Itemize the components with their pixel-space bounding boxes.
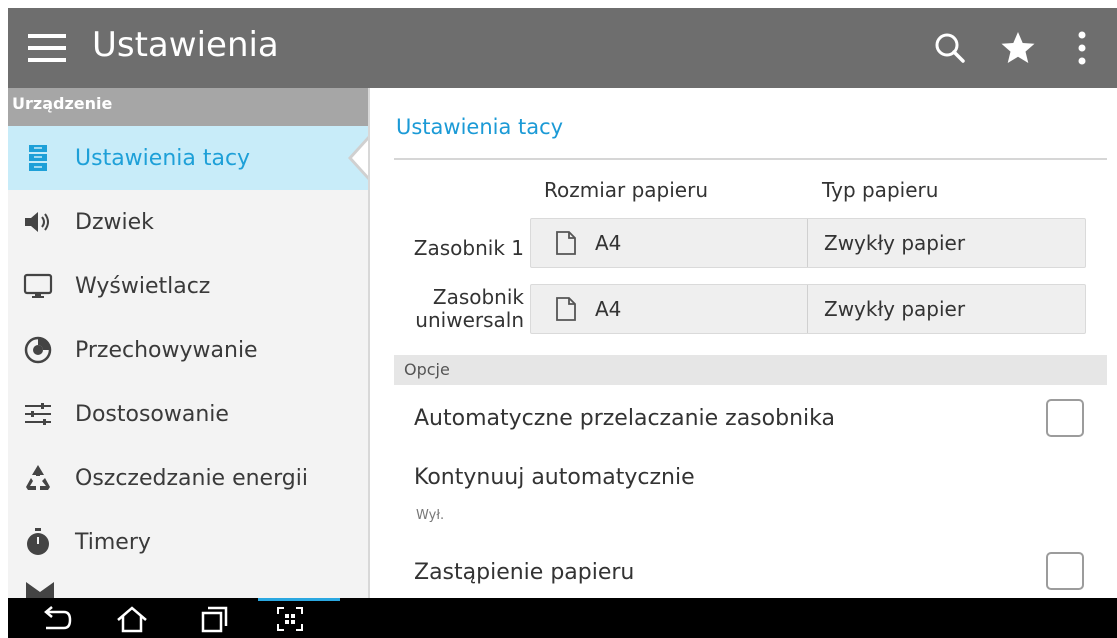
partial-item-icon xyxy=(26,582,54,598)
tray-mp-label-line2: uniwersaln xyxy=(415,308,524,332)
column-header-type: Typ papieru xyxy=(822,178,939,202)
option-auto-tray-switch[interactable]: Automatyczne przelaczanie zasobnika xyxy=(414,406,835,431)
tray-1-size[interactable]: A4 xyxy=(531,219,808,267)
tray-1-type[interactable]: Zwykły papier xyxy=(808,219,1085,267)
timer-icon xyxy=(23,527,53,557)
storage-icon xyxy=(23,335,53,365)
sidebar-item-storage[interactable]: Przechowywanie xyxy=(8,318,368,382)
option-auto-continue-value: Wył. xyxy=(416,508,445,523)
search-icon[interactable] xyxy=(930,28,970,68)
menu-icon[interactable] xyxy=(28,32,68,64)
sidebar-item-timers[interactable]: Timery xyxy=(8,510,368,574)
tray-mp-type[interactable]: Zwykły papier xyxy=(808,285,1085,333)
top-app-bar: Ustawienia xyxy=(8,8,1117,88)
sidebar-item-sound[interactable]: Dzwiek xyxy=(8,190,368,254)
screenshot-icon[interactable] xyxy=(270,602,310,636)
options-section-header: Opcje xyxy=(394,355,1107,385)
sidebar: Urządzenie Ustawienia tacy Dzwiek Wyświe… xyxy=(8,88,370,598)
tray-1-settings[interactable]: A4 Zwykły papier xyxy=(530,218,1086,268)
paper-substitution-checkbox[interactable] xyxy=(1046,552,1084,590)
tray-1-type-value: Zwykły papier xyxy=(824,231,966,255)
column-header-size: Rozmiar papieru xyxy=(544,178,709,202)
sidebar-item-label: Timery xyxy=(75,529,151,555)
sidebar-item-label: Oszczedzanie energii xyxy=(75,465,308,491)
app-title: Ustawienia xyxy=(92,25,279,65)
speaker-icon xyxy=(23,207,53,237)
tray-mp-label: Zasobnik uniwersaln xyxy=(392,286,524,332)
sidebar-item-label: Wyświetlacz xyxy=(75,273,211,299)
back-icon[interactable] xyxy=(36,602,76,636)
paper-icon xyxy=(556,297,576,321)
auto-tray-switch-checkbox[interactable] xyxy=(1046,399,1084,437)
main-panel: Ustawienia tacy Rozmiar papieru Typ papi… xyxy=(372,88,1117,598)
tray-mp-size[interactable]: A4 xyxy=(531,285,808,333)
recents-icon[interactable] xyxy=(194,602,234,636)
more-vert-icon[interactable] xyxy=(1070,28,1094,68)
tray-icon xyxy=(23,143,53,173)
sidebar-item-display[interactable]: Wyświetlacz xyxy=(8,254,368,318)
monitor-icon xyxy=(23,271,53,301)
tray-1-size-value: A4 xyxy=(595,231,622,255)
tray-mp-type-value: Zwykły papier xyxy=(824,297,966,321)
sidebar-item-energy-saving[interactable]: Oszczedzanie energii xyxy=(8,446,368,510)
sidebar-item-label: Dostosowanie xyxy=(75,401,229,427)
sidebar-item-tray-settings[interactable]: Ustawienia tacy xyxy=(8,126,368,190)
tray-mp-settings[interactable]: A4 Zwykły papier xyxy=(530,284,1086,334)
sidebar-section-header: Urządzenie xyxy=(8,88,368,126)
sidebar-item-customization[interactable]: Dostosowanie xyxy=(8,382,368,446)
star-icon[interactable] xyxy=(998,28,1038,68)
home-icon[interactable] xyxy=(112,602,152,636)
nav-highlight xyxy=(258,598,340,601)
sliders-icon xyxy=(23,399,53,429)
divider xyxy=(394,158,1107,160)
tray-mp-label-line1: Zasobnik xyxy=(432,285,524,309)
paper-icon xyxy=(556,231,576,255)
option-paper-substitution[interactable]: Zastąpienie papieru xyxy=(414,560,634,585)
sidebar-item-label: Dzwiek xyxy=(75,209,154,235)
option-auto-continue[interactable]: Kontynuuj automatycznie xyxy=(414,465,695,490)
tray-1-label: Zasobnik 1 xyxy=(413,236,524,260)
page-title: Ustawienia tacy xyxy=(396,115,564,139)
system-nav-bar xyxy=(8,598,1117,638)
recycle-icon xyxy=(23,463,53,493)
sidebar-item-label: Przechowywanie xyxy=(75,337,258,363)
tray-mp-size-value: A4 xyxy=(595,297,622,321)
sidebar-item-label: Ustawienia tacy xyxy=(75,145,251,171)
